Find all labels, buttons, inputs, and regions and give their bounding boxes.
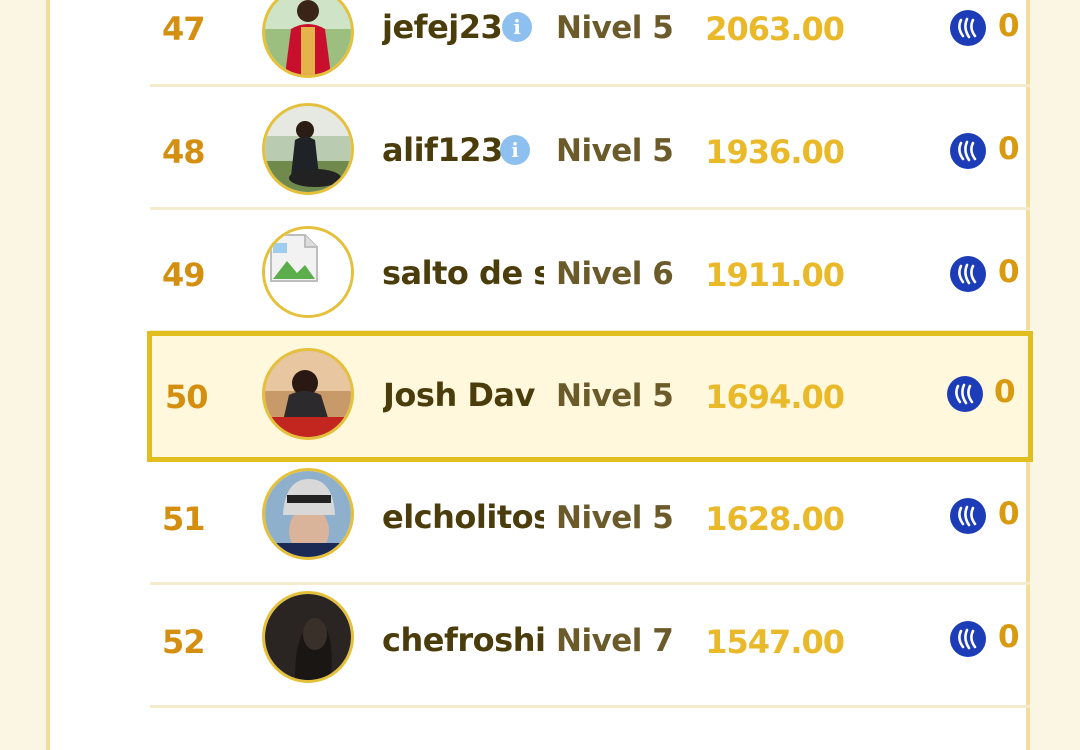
user-points: 1936.00 [705,133,845,171]
rank-number: 47 [162,10,206,48]
leaderboard-row[interactable]: 51 elcholitos Nivel 5 1628.00 0 [150,462,1030,585]
username[interactable]: Josh Dav [383,376,545,414]
reward-value: 0 [998,496,1020,532]
avatar[interactable] [262,591,354,683]
user-points: 1547.00 [705,623,845,661]
avatar[interactable] [262,0,354,78]
reward-value: 0 [998,254,1020,290]
leaderboard-row-current-user[interactable]: 50 Josh Dav Nivel 5 1694.00 0 [147,331,1033,462]
user-level: Nivel 5 [556,10,674,46]
user-level: Nivel 5 [556,500,674,536]
leaderboard-row[interactable]: 47 jefej23 i Nivel 5 2063.00 0 [150,0,1030,87]
avatar[interactable] [262,468,354,560]
avatar[interactable] [262,226,354,318]
info-icon[interactable]: i [502,12,532,42]
broken-image-icon [265,229,351,315]
rank-number: 49 [162,256,206,294]
user-points: 1911.00 [705,256,845,294]
steem-icon [947,376,983,412]
reward-value: 0 [998,131,1020,167]
steem-icon [950,621,986,657]
avatar[interactable] [262,103,354,195]
user-level: Nivel 5 [556,133,674,169]
user-level: Nivel 7 [556,623,674,659]
steem-icon [950,498,986,534]
info-icon[interactable]: i [500,135,530,165]
rank-number: 50 [165,378,209,416]
steem-icon [950,10,986,46]
rank-number: 52 [162,623,206,661]
user-points: 1628.00 [705,500,845,538]
user-level: Nivel 6 [556,256,674,292]
leaderboard-row[interactable]: 48 alif123 i Nivel 5 1936.00 0 [150,87,1030,210]
user-points: 1694.00 [705,378,845,416]
reward-value: 0 [994,374,1016,410]
avatar[interactable] [262,348,354,440]
steem-icon [950,256,986,292]
rank-number: 48 [162,133,206,171]
leaderboard-panel: 47 jefej23 i Nivel 5 2063.00 0 48 alif12… [46,0,1033,750]
username[interactable]: chefroshi [382,621,544,659]
user-points: 2063.00 [705,10,845,48]
reward-value: 0 [998,619,1020,655]
leaderboard-row[interactable]: 52 chefroshi Nivel 7 1547.00 0 [150,585,1030,708]
username[interactable]: elcholitos [382,498,544,536]
username[interactable]: salto de s [382,254,544,292]
steem-icon [950,133,986,169]
leaderboard-row[interactable]: 49 salto de s Nivel 6 1911.00 0 [150,210,1030,333]
rank-number: 51 [162,500,206,538]
reward-value: 0 [998,8,1020,44]
user-level: Nivel 5 [556,378,674,414]
